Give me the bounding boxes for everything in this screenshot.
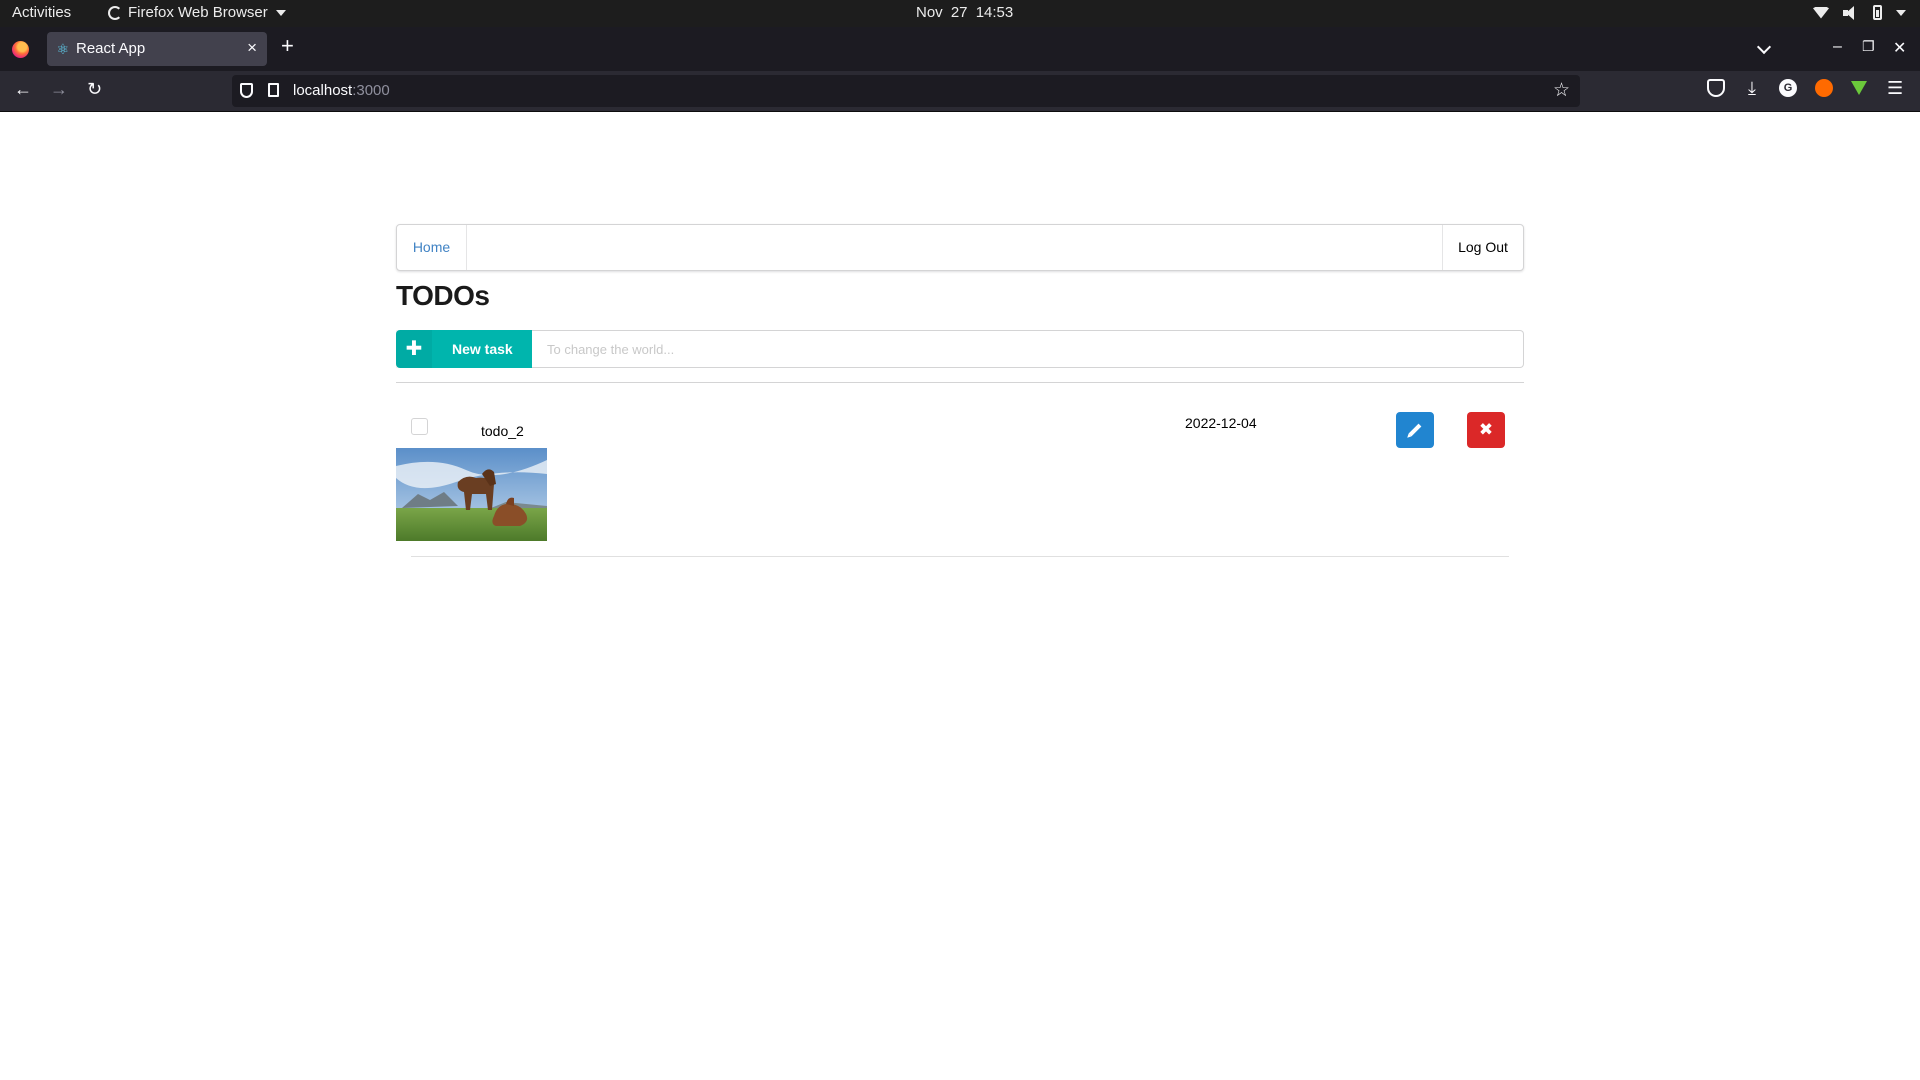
react-icon: ⚛	[56, 41, 70, 57]
firefox-logo-icon[interactable]	[12, 41, 29, 58]
url-bar[interactable]: localhost:3000 ☆	[232, 75, 1580, 107]
minimize-button[interactable]: –	[1833, 38, 1842, 56]
todo-due-date: 2022-12-04	[1185, 415, 1257, 431]
reload-icon[interactable]: ↻	[87, 80, 102, 98]
top-menu: Home Log Out	[396, 224, 1524, 271]
home-link[interactable]: Home	[397, 225, 467, 270]
url-text[interactable]: localhost:3000	[293, 82, 390, 99]
back-arrow-icon[interactable]: ←	[14, 80, 32, 98]
new-task-input[interactable]	[532, 330, 1524, 368]
list-all-tabs-icon[interactable]	[1756, 39, 1772, 55]
divider	[396, 382, 1524, 383]
extension-green-icon[interactable]	[1851, 81, 1867, 95]
pocket-icon[interactable]	[1707, 79, 1725, 97]
todo-checkbox[interactable]	[411, 418, 428, 435]
firefox-small-icon	[108, 5, 122, 20]
system-top-bar: Activities Firefox Web Browser Nov 27 14…	[0, 0, 1920, 27]
app-menu-label: Firefox Web Browser	[128, 4, 268, 21]
restore-button[interactable]: ❐	[1862, 38, 1875, 55]
new-tab-button[interactable]: +	[281, 35, 294, 57]
item-divider	[411, 556, 1509, 557]
todo-title: todo_2	[481, 423, 524, 439]
volume-icon	[1843, 5, 1859, 20]
navigation-toolbar: ← → ↻ localhost:3000 ☆ ⤓ G ☰	[0, 71, 1920, 112]
logout-button[interactable]: Log Out	[1442, 225, 1523, 270]
delete-button[interactable]: ✖	[1467, 412, 1505, 448]
app-menu[interactable]: Firefox Web Browser	[108, 4, 286, 21]
download-icon[interactable]: ⤓	[1743, 79, 1761, 97]
clock[interactable]: Nov 27 14:53	[916, 4, 1013, 21]
chevron-down-icon	[1896, 9, 1906, 16]
pencil-icon	[1408, 423, 1422, 437]
forward-arrow-icon[interactable]: →	[50, 80, 68, 98]
system-tray[interactable]	[1813, 5, 1906, 20]
extension-orange-icon[interactable]	[1815, 79, 1833, 97]
web-page: Home Log Out TODOs ✚ New task todo_2 202…	[0, 112, 1920, 1080]
page-title: TODOs	[396, 280, 490, 311]
plus-icon: ✚	[396, 330, 432, 368]
tab-react-app[interactable]: ⚛ React App ×	[47, 32, 267, 66]
new-task-label: New task	[452, 341, 513, 357]
tab-strip: ⚛ React App × + – ❐ ✕	[0, 27, 1920, 71]
tab-title: React App	[76, 40, 146, 57]
edit-button[interactable]	[1396, 412, 1434, 448]
menu-hamburger-icon[interactable]: ☰	[1887, 79, 1905, 97]
close-window-button[interactable]: ✕	[1893, 38, 1906, 58]
bookmark-star-icon[interactable]: ☆	[1553, 79, 1570, 102]
chevron-down-icon	[275, 9, 286, 16]
tab-close-icon[interactable]: ×	[247, 38, 257, 58]
todo-image-horses	[396, 448, 547, 541]
close-icon: ✖	[1478, 420, 1494, 439]
new-task-button[interactable]: ✚ New task	[396, 330, 532, 368]
wifi-icon	[1813, 6, 1829, 19]
page-info-icon[interactable]	[268, 83, 279, 97]
extension-g-icon[interactable]: G	[1779, 79, 1797, 97]
shield-icon[interactable]	[240, 83, 253, 98]
horses-photo	[396, 448, 547, 541]
battery-icon	[1873, 5, 1882, 20]
activities-button[interactable]: Activities	[12, 4, 71, 21]
